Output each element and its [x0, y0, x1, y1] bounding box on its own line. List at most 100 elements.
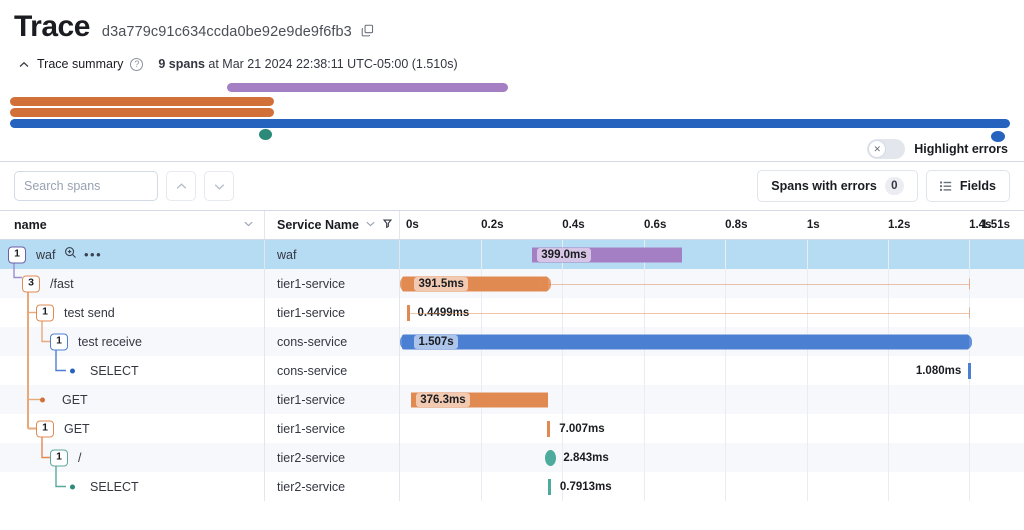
span-child-count-badge[interactable]: 1 [36, 304, 54, 321]
table-row[interactable]: SELECT tier2-service 0.7913ms [0, 472, 1024, 501]
trace-header: Trace d3a779c91c634ccda0be92e9de9f6fb3 T… [0, 0, 1024, 71]
span-name-cell[interactable]: 1 test send [0, 298, 265, 327]
span-name-cell[interactable]: 1/ [0, 443, 265, 472]
span-name-label: SELECT [90, 363, 139, 378]
service-name-cell: tier1-service [265, 269, 400, 298]
page-title: Trace [14, 10, 90, 43]
axis-tick-label: 1s [806, 219, 820, 231]
span-child-count-badge[interactable]: 1 [50, 333, 68, 350]
waterfall-cell[interactable]: 2.843ms [400, 443, 1024, 472]
waterfall-gridline [725, 240, 727, 269]
table-row[interactable]: SELECT cons-service 1.080ms [0, 356, 1024, 385]
span-child-count-badge[interactable]: 3 [22, 275, 40, 292]
waterfall-gridline [806, 385, 808, 414]
span-name-cell[interactable]: 1 test receive [0, 327, 265, 356]
waterfall-gridline [643, 443, 645, 472]
highlight-errors-toggle[interactable]: ✕ [867, 139, 906, 159]
funnel-icon[interactable] [382, 218, 393, 232]
span-name-cell[interactable]: SELECT [0, 472, 265, 501]
waterfall-tail-line [407, 312, 970, 314]
waterfall-tail-endtick [969, 278, 971, 289]
span-duration-label: 376.3ms [416, 392, 470, 407]
waterfall-gridline [725, 385, 727, 414]
copy-icon[interactable] [361, 24, 374, 42]
waterfall-bar-cap [959, 334, 973, 349]
waterfall-cell[interactable]: 391.5ms [399, 269, 1024, 298]
waterfall-gridline [887, 443, 889, 472]
span-duration-label: 7.007ms [559, 422, 605, 435]
waterfall-bar[interactable] [402, 334, 970, 349]
service-name-label: tier1-service [277, 276, 346, 291]
waterfall-tick[interactable] [547, 478, 551, 495]
waterfall-gridline [643, 385, 645, 414]
search-input-wrapper[interactable]: Search spans [14, 171, 158, 201]
trace-summary-row: Trace summary ? 9 spans at Mar 21 2024 2… [14, 57, 1010, 71]
prev-match-button[interactable] [166, 171, 196, 201]
waterfall-gridline [481, 414, 483, 443]
waf-overview-bar [227, 83, 508, 92]
waterfall-gridline [969, 443, 971, 472]
waterfall-cell[interactable]: 1.507s [399, 327, 1024, 356]
service-name-cell: tier1-service [265, 385, 400, 414]
waterfall-cell[interactable]: 0.4499ms [400, 298, 1024, 327]
span-child-count-badge[interactable]: 1 [50, 449, 68, 466]
column-header-name[interactable]: name [0, 211, 265, 239]
service-name-cell: cons-service [265, 356, 400, 385]
magnifier-icon[interactable] [64, 246, 77, 264]
service-name-cell: cons-service [265, 327, 400, 356]
waterfall-dot[interactable] [545, 449, 557, 466]
spans-with-errors-button[interactable]: Spans with errors 0 [757, 170, 918, 202]
cons-select-overview-dot [991, 131, 1005, 142]
span-duration-label: 2.843ms [563, 451, 609, 464]
search-input[interactable]: Search spans [24, 179, 100, 193]
waterfall-cell[interactable]: 0.7913ms [400, 472, 1024, 501]
chevron-down-icon[interactable] [365, 218, 376, 232]
span-rows: 1 waf ••• waf 399.0ms 3/fast tier1-service 391.… [0, 240, 1024, 501]
toggle-knob: ✕ [868, 140, 887, 158]
column-header-service-name[interactable]: Service Name [265, 211, 400, 239]
span-child-count-badge[interactable]: 1 [8, 246, 26, 263]
question-mark-icon[interactable]: ? [130, 57, 144, 71]
table-row[interactable]: 1 test send tier1-service 0.4499ms [0, 298, 1024, 327]
waterfall-cell[interactable]: 376.3ms [400, 385, 1024, 414]
waterfall-tail-line [547, 283, 970, 285]
table-row[interactable]: 1 test receive cons-service 1.507s [0, 327, 1024, 356]
service-name-label: cons-service [277, 363, 348, 378]
waterfall-cell[interactable]: 399.0ms [400, 240, 1024, 269]
service-name-label: tier1-service [277, 392, 346, 407]
waterfall-gridline [969, 240, 971, 269]
span-name-cell[interactable]: 1 waf ••• [0, 240, 265, 269]
span-name-cell[interactable]: 1 GET [0, 414, 265, 443]
fields-button[interactable]: Fields [925, 170, 1010, 202]
span-child-count-badge[interactable]: 1 [36, 420, 54, 437]
table-row[interactable]: 1 GET tier1-service 7.007ms [0, 414, 1024, 443]
span-name-cell[interactable]: 3/fast [0, 269, 265, 298]
chevron-down-icon[interactable] [243, 218, 254, 232]
cons-service-overview-bar [10, 119, 1010, 128]
trace-minimap[interactable] [0, 77, 1024, 142]
span-count: 9 spans [158, 57, 205, 71]
next-match-button[interactable] [204, 171, 234, 201]
table-row[interactable]: 1/tier2-service 2.843ms [0, 443, 1024, 472]
trace-summary-toggle-label[interactable]: Trace summary [37, 57, 123, 71]
trace-title-row: Trace d3a779c91c634ccda0be92e9de9f6fb3 [14, 10, 1010, 43]
span-duration-label: 391.5ms [414, 276, 468, 291]
span-name-label: test send [64, 305, 115, 320]
waterfall-cell[interactable]: 1.080ms [400, 356, 1024, 385]
chevron-up-icon[interactable] [18, 58, 30, 70]
table-row[interactable]: 1 waf ••• waf 399.0ms [0, 240, 1024, 269]
waterfall-gridline [969, 414, 971, 443]
waterfall-gridline [481, 443, 483, 472]
waterfall-cell[interactable]: 7.007ms [400, 414, 1024, 443]
span-leaf-dot [70, 368, 75, 373]
waterfall-gridline [725, 414, 727, 443]
waterfall-tick[interactable] [547, 420, 551, 437]
waterfall-gridline [887, 414, 889, 443]
ellipsis-icon[interactable]: ••• [84, 248, 102, 261]
table-row[interactable]: GET tier1-service 376.3ms [0, 385, 1024, 414]
waterfall-tick[interactable] [967, 362, 971, 379]
table-row[interactable]: 3/fast tier1-service 391.5ms [0, 269, 1024, 298]
axis-tick-label: 0.6s [643, 219, 667, 231]
span-name-cell[interactable]: SELECT [0, 356, 265, 385]
span-name-cell[interactable]: GET [0, 385, 265, 414]
